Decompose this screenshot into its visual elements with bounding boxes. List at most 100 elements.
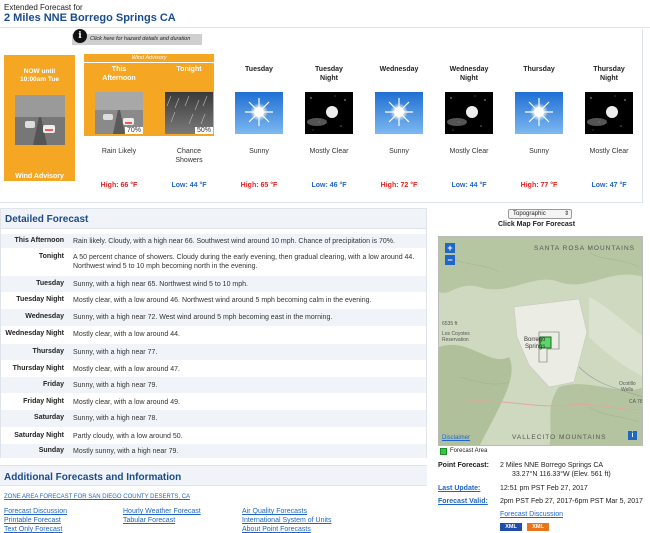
- period-desc-line1: Sunny: [249, 148, 269, 155]
- detailed-forecast-row: Thursday Sunny, with a high near 77.: [1, 344, 426, 360]
- forecast-discussion-side-link[interactable]: Forecast Discussion: [500, 511, 563, 520]
- period-name-line1: Thursday: [523, 66, 555, 73]
- period-name-line2: Night: [600, 75, 618, 82]
- detailed-forecast-row: Saturday Night Partly cloudy, with a low …: [1, 428, 426, 444]
- additional-forecast-link[interactable]: Air Quality Forecasts: [242, 508, 307, 515]
- clear-night-icon: [305, 92, 353, 134]
- forecast-period[interactable]: Wednesday Sunny High: 72 °F: [364, 65, 434, 205]
- map-disclaimer-link[interactable]: Disclaimer: [442, 435, 470, 441]
- detailed-forecast-panel: Detailed Forecast This Afternoon Rain lik…: [0, 208, 427, 458]
- detailed-forecast-row: This Afternoon Rain likely. Cloudy, with …: [1, 234, 426, 248]
- forecast-valid-link[interactable]: Forecast Valid:: [438, 498, 488, 505]
- forecast-period[interactable]: Thursday Sunny High: 77 °F: [504, 65, 574, 205]
- point-forecast-value: 2 Miles NNE Borrego Springs CA 33.27°N 1…: [500, 462, 611, 479]
- period-short-desc: Chance Showers: [154, 147, 224, 165]
- clear-night-icon: [585, 92, 633, 134]
- period-temp: Low: 44 °F: [451, 182, 487, 189]
- rain-icon: 70%: [95, 92, 143, 134]
- forecast-strip: Click here for hazard details and durati…: [0, 29, 643, 203]
- info-icon[interactable]: i: [73, 29, 87, 43]
- forecast-period[interactable]: Thursday Night Mostly Clear Low: 47 °F: [574, 65, 644, 205]
- map-info-icon[interactable]: i: [628, 431, 637, 440]
- period-name: Thursday Night: [574, 65, 644, 83]
- zone-area-forecast-link[interactable]: ZONE AREA FORECAST FOR SAN DIEGO COUNTY …: [4, 494, 190, 500]
- xml-badge[interactable]: XML: [500, 523, 522, 531]
- detailed-period-text: Mostly clear, with a low around 46. Nort…: [73, 296, 372, 304]
- location-title: 2 Miles NNE Borrego Springs CA: [4, 12, 176, 24]
- hazard-details-link[interactable]: Click here for hazard details and durati…: [72, 34, 202, 45]
- map-terrain: SANTA ROSA MOUNTAINS 6535 ft Los Coyotes…: [439, 237, 643, 445]
- period-temp: Low: 47 °F: [591, 182, 627, 189]
- detailed-forecast-row: Tonight A 50 percent chance of showers. C…: [1, 249, 426, 275]
- additional-forecast-link[interactable]: Tabular Forecast: [123, 517, 175, 524]
- forecast-map[interactable]: SANTA ROSA MOUNTAINS 6535 ft Los Coyotes…: [438, 236, 643, 446]
- forecast-valid-value: 2pm PST Feb 27, 2017-6pm PST Mar 5, 2017: [500, 498, 643, 505]
- period-short-desc: Sunny: [224, 147, 294, 156]
- last-update-value: 12:51 pm PST Feb 27, 2017: [500, 485, 588, 492]
- detailed-period-text: Partly cloudy, with a low around 50.: [73, 432, 183, 440]
- last-update-link[interactable]: Last Update:: [438, 485, 480, 492]
- showers-night-icon: 50%: [165, 92, 213, 134]
- map-type-value: Topographic: [513, 211, 546, 217]
- detailed-period-text: Mostly clear, with a low around 47.: [73, 365, 180, 373]
- detailed-period-text: Sunny, with a high near 72. West wind ar…: [73, 314, 333, 321]
- detailed-period-text: Mostly clear, with a low around 44.: [73, 331, 180, 338]
- select-arrows-icon: ⇕: [563, 211, 569, 217]
- detailed-forecast-row: Tuesday Sunny, with a high near 65. North…: [1, 276, 426, 292]
- forecast-period[interactable]: Tonight 50% Chance Showers Low: 44 °F: [154, 65, 224, 205]
- period-name-line2: Night: [460, 75, 478, 82]
- period-name-line1: Thursday: [593, 66, 625, 73]
- forecast-period[interactable]: This Afternoon 70% Rain Likely High: 66 °F: [84, 65, 154, 205]
- additional-forecasts-panel: Additional Forecasts and Information ZON…: [0, 465, 427, 533]
- detailed-forecast-header: Detailed Forecast: [1, 209, 426, 229]
- detailed-period-label: Tuesday: [36, 279, 64, 287]
- period-short-desc: Mostly Clear: [294, 147, 364, 156]
- period-name: Thursday: [504, 65, 574, 74]
- forecast-period[interactable]: Wednesday Night Mostly Clear Low: 44 °F: [434, 65, 504, 205]
- period-desc-line1: Chance: [176, 148, 202, 155]
- detailed-period-text: Rain likely. Cloudy, with a high near 66…: [73, 237, 395, 245]
- period-name-line1: This: [111, 66, 127, 73]
- sunny-icon: [515, 92, 563, 134]
- point-forecast-coords: 33.27°N 116.33°W (Elev. 561 ft): [512, 470, 611, 478]
- advisory-band-label: Wind Advisory: [84, 54, 214, 63]
- forecast-period[interactable]: Tuesday Night Mostly Clear Low: 46 °F: [294, 65, 364, 205]
- period-short-desc: Mostly Clear: [434, 147, 504, 156]
- detailed-forecast-row: Friday Night Mostly clear, with a low aro…: [1, 394, 426, 410]
- clear-night-icon: [445, 92, 493, 134]
- period-desc-line1: Mostly Clear: [589, 148, 629, 155]
- period-desc-line2: Showers: [175, 157, 203, 164]
- detailed-period-text: Sunny, with a high near 77.: [73, 348, 158, 356]
- now-line2: 10:00am Tue: [20, 76, 59, 83]
- period-name: Tonight: [154, 65, 224, 74]
- period-temp: High: 66 °F: [100, 182, 138, 189]
- period-name: Wednesday Night: [434, 65, 504, 83]
- additional-forecast-link[interactable]: Printable Forecast: [4, 517, 61, 524]
- map-type-select[interactable]: Topographic ⇕: [508, 209, 572, 219]
- detailed-forecast-row: Wednesday Sunny, with a high near 72. Wes…: [1, 309, 426, 326]
- additional-forecast-link[interactable]: International System of Units: [242, 517, 332, 524]
- forecast-period[interactable]: Tuesday Sunny High: 65 °F: [224, 65, 294, 205]
- detailed-period-label: Thursday Night: [12, 364, 64, 372]
- precip-chance: 50%: [194, 127, 213, 134]
- period-name-line1: Tuesday: [315, 66, 343, 73]
- period-short-desc: Sunny: [504, 147, 574, 156]
- now-line1: NOW until: [23, 68, 56, 75]
- kml-badge[interactable]: XML: [527, 523, 549, 531]
- additional-forecast-link[interactable]: Hourly Weather Forecast: [123, 508, 201, 515]
- zoom-in-button[interactable]: +: [445, 243, 455, 253]
- map-label-ca78: CA 78: [629, 399, 643, 405]
- additional-forecast-link[interactable]: Text Only Forecast: [4, 526, 62, 533]
- zoom-out-button[interactable]: −: [445, 255, 455, 265]
- now-hazard-box[interactable]: NOW until 10:00am Tue Wind Advisory: [4, 55, 75, 181]
- detailed-period-label: Friday Night: [23, 397, 64, 405]
- detailed-period-text: A 50 percent chance of showers. Cloudy d…: [73, 254, 415, 270]
- detailed-period-label: Wednesday Night: [5, 330, 64, 337]
- period-name-line1: Tonight: [176, 66, 202, 73]
- additional-forecast-link[interactable]: About Point Forecasts: [242, 526, 311, 533]
- map-label-borrego-2: Springs: [525, 344, 545, 350]
- additional-forecast-link[interactable]: Forecast Discussion: [4, 508, 67, 515]
- map-label-ocotillo-2: Wells: [621, 387, 634, 393]
- now-hazard-label: Wind Advisory: [15, 173, 64, 180]
- sunny-icon: [235, 92, 283, 134]
